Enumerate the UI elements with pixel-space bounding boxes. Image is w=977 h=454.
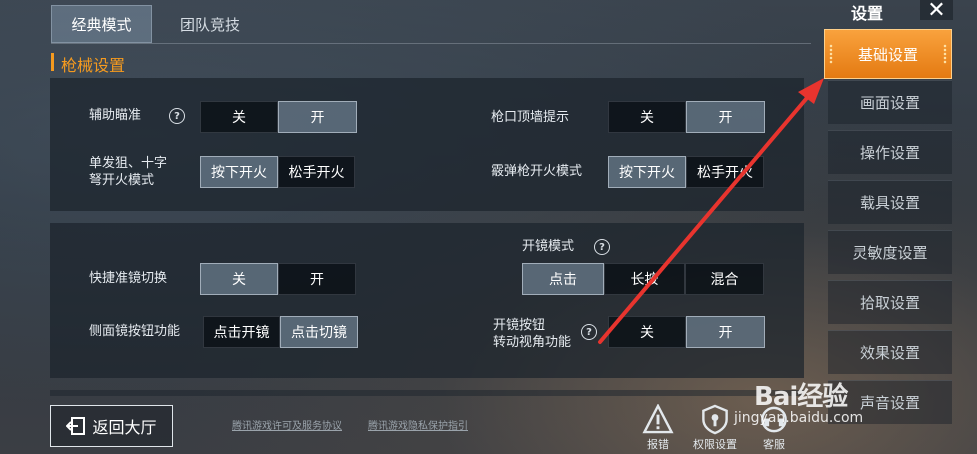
permission-settings-label: 权限设置 <box>693 438 737 451</box>
muzzle-hint-off-button[interactable]: 关 <box>608 101 686 133</box>
aim-assist-on-button[interactable]: 开 <box>278 101 357 133</box>
muzzle-hint-label: 枪口顶墙提示 <box>491 110 570 125</box>
scope-rotate-label-line1: 开镜按钮 <box>493 318 546 333</box>
sidebar-item-sensitivity-settings[interactable]: 灵敏度设置 <box>828 230 952 274</box>
single-fire-release-button[interactable]: 松手开火 <box>278 156 355 188</box>
shield-icon <box>702 404 728 435</box>
single-fire-press-button[interactable]: 按下开火 <box>200 156 278 188</box>
scope-rotate-toggle: 关 开 <box>608 316 765 348</box>
scope-mode-tap-button[interactable]: 点击 <box>522 263 604 295</box>
aim-assist-help-icon[interactable]: ? <box>169 108 185 124</box>
single-fire-label-line2: 弩开火模式 <box>89 173 155 188</box>
warning-icon <box>642 404 674 434</box>
decor-dots-left <box>829 44 833 64</box>
customer-service-label: 客服 <box>763 438 785 451</box>
sidebar-item-control-settings[interactable]: 操作设置 <box>828 130 952 174</box>
scope-mode-hold-button[interactable]: 长按 <box>604 263 685 295</box>
section-accent-bar <box>51 53 54 71</box>
single-fire-label-line1: 单发狙、十字 <box>89 156 168 171</box>
sidebar-item-pickup-settings[interactable]: 拾取设置 <box>828 280 952 324</box>
scope-mode-selector: 点击 长按 混合 <box>522 263 764 295</box>
shotgun-fire-release-button[interactable]: 松手开火 <box>686 156 764 188</box>
scope-rotate-help-icon[interactable]: ? <box>581 324 597 340</box>
sidebar-item-graphics-settings[interactable]: 画面设置 <box>828 80 952 124</box>
back-button-label: 返回大厅 <box>92 418 157 437</box>
privacy-policy-link[interactable]: 腾讯游戏隐私保护指引 <box>368 417 468 432</box>
side-scope-toggle: 点击开镜 点击切镜 <box>203 316 358 348</box>
side-scope-switch-button[interactable]: 点击切镜 <box>280 316 358 348</box>
weapon-settings-panel-2 <box>50 223 804 378</box>
scope-mode-mixed-button[interactable]: 混合 <box>685 263 764 295</box>
baidu-watermark-logo: Bai经验 <box>754 382 848 412</box>
scope-rotate-on-button[interactable]: 开 <box>686 316 765 348</box>
exit-icon <box>66 417 86 435</box>
shotgun-fire-mode-toggle: 按下开火 松手开火 <box>608 156 764 188</box>
sidebar-item-effect-settings[interactable]: 效果设置 <box>828 330 952 374</box>
quick-scope-label: 快捷准镜切换 <box>89 271 168 286</box>
tab-team-deathmatch[interactable]: 团队竞技 <box>160 5 260 43</box>
tab-divider <box>51 43 811 44</box>
scope-rotate-label-line2: 转动视角功能 <box>493 335 572 350</box>
scope-mode-help-icon[interactable]: ? <box>594 239 610 255</box>
aim-assist-label: 辅助瞄准 <box>89 108 142 123</box>
aim-assist-off-button[interactable]: 关 <box>200 101 278 133</box>
quick-scope-on-button[interactable]: 开 <box>278 263 356 295</box>
permission-settings-button[interactable]: 权限设置 <box>690 404 740 452</box>
service-agreement-link[interactable]: 腾讯游戏许可及服务协议 <box>232 417 342 432</box>
scope-mode-label: 开镜模式 <box>522 239 575 254</box>
aim-assist-toggle: 关 开 <box>200 101 357 133</box>
tab-classic-mode[interactable]: 经典模式 <box>51 5 152 43</box>
side-scope-label: 侧面镜按钮功能 <box>89 324 181 339</box>
sidebar-item-label: 基础设置 <box>857 45 918 64</box>
close-icon: ✕ <box>927 0 946 23</box>
sidebar-item-vehicle-settings[interactable]: 载具设置 <box>828 180 952 224</box>
baidu-watermark-url: jingyan.baidu.com <box>734 410 864 426</box>
weapon-settings-panel-3 <box>50 390 804 396</box>
single-fire-mode-toggle: 按下开火 松手开火 <box>200 156 355 188</box>
section-title: 枪械设置 <box>61 56 126 75</box>
sidebar-item-basic-settings[interactable]: 基础设置 <box>824 29 952 79</box>
report-error-label: 报错 <box>647 438 669 451</box>
quick-scope-toggle: 关 开 <box>200 263 356 295</box>
shotgun-fire-label: 霰弹枪开火模式 <box>491 164 583 179</box>
scope-rotate-off-button[interactable]: 关 <box>608 316 686 348</box>
close-button[interactable]: ✕ <box>920 0 953 23</box>
shotgun-fire-press-button[interactable]: 按下开火 <box>608 156 686 188</box>
muzzle-hint-on-button[interactable]: 开 <box>686 101 765 133</box>
side-scope-open-button[interactable]: 点击开镜 <box>203 316 280 348</box>
settings-title: 设置 <box>851 4 884 23</box>
decor-dots-right <box>943 44 947 64</box>
report-error-button[interactable]: 报错 <box>636 404 680 452</box>
muzzle-hint-toggle: 关 开 <box>608 101 765 133</box>
quick-scope-off-button[interactable]: 关 <box>200 263 278 295</box>
weapon-settings-panel-1 <box>50 78 804 211</box>
back-to-lobby-button[interactable]: 返回大厅 <box>50 405 173 447</box>
